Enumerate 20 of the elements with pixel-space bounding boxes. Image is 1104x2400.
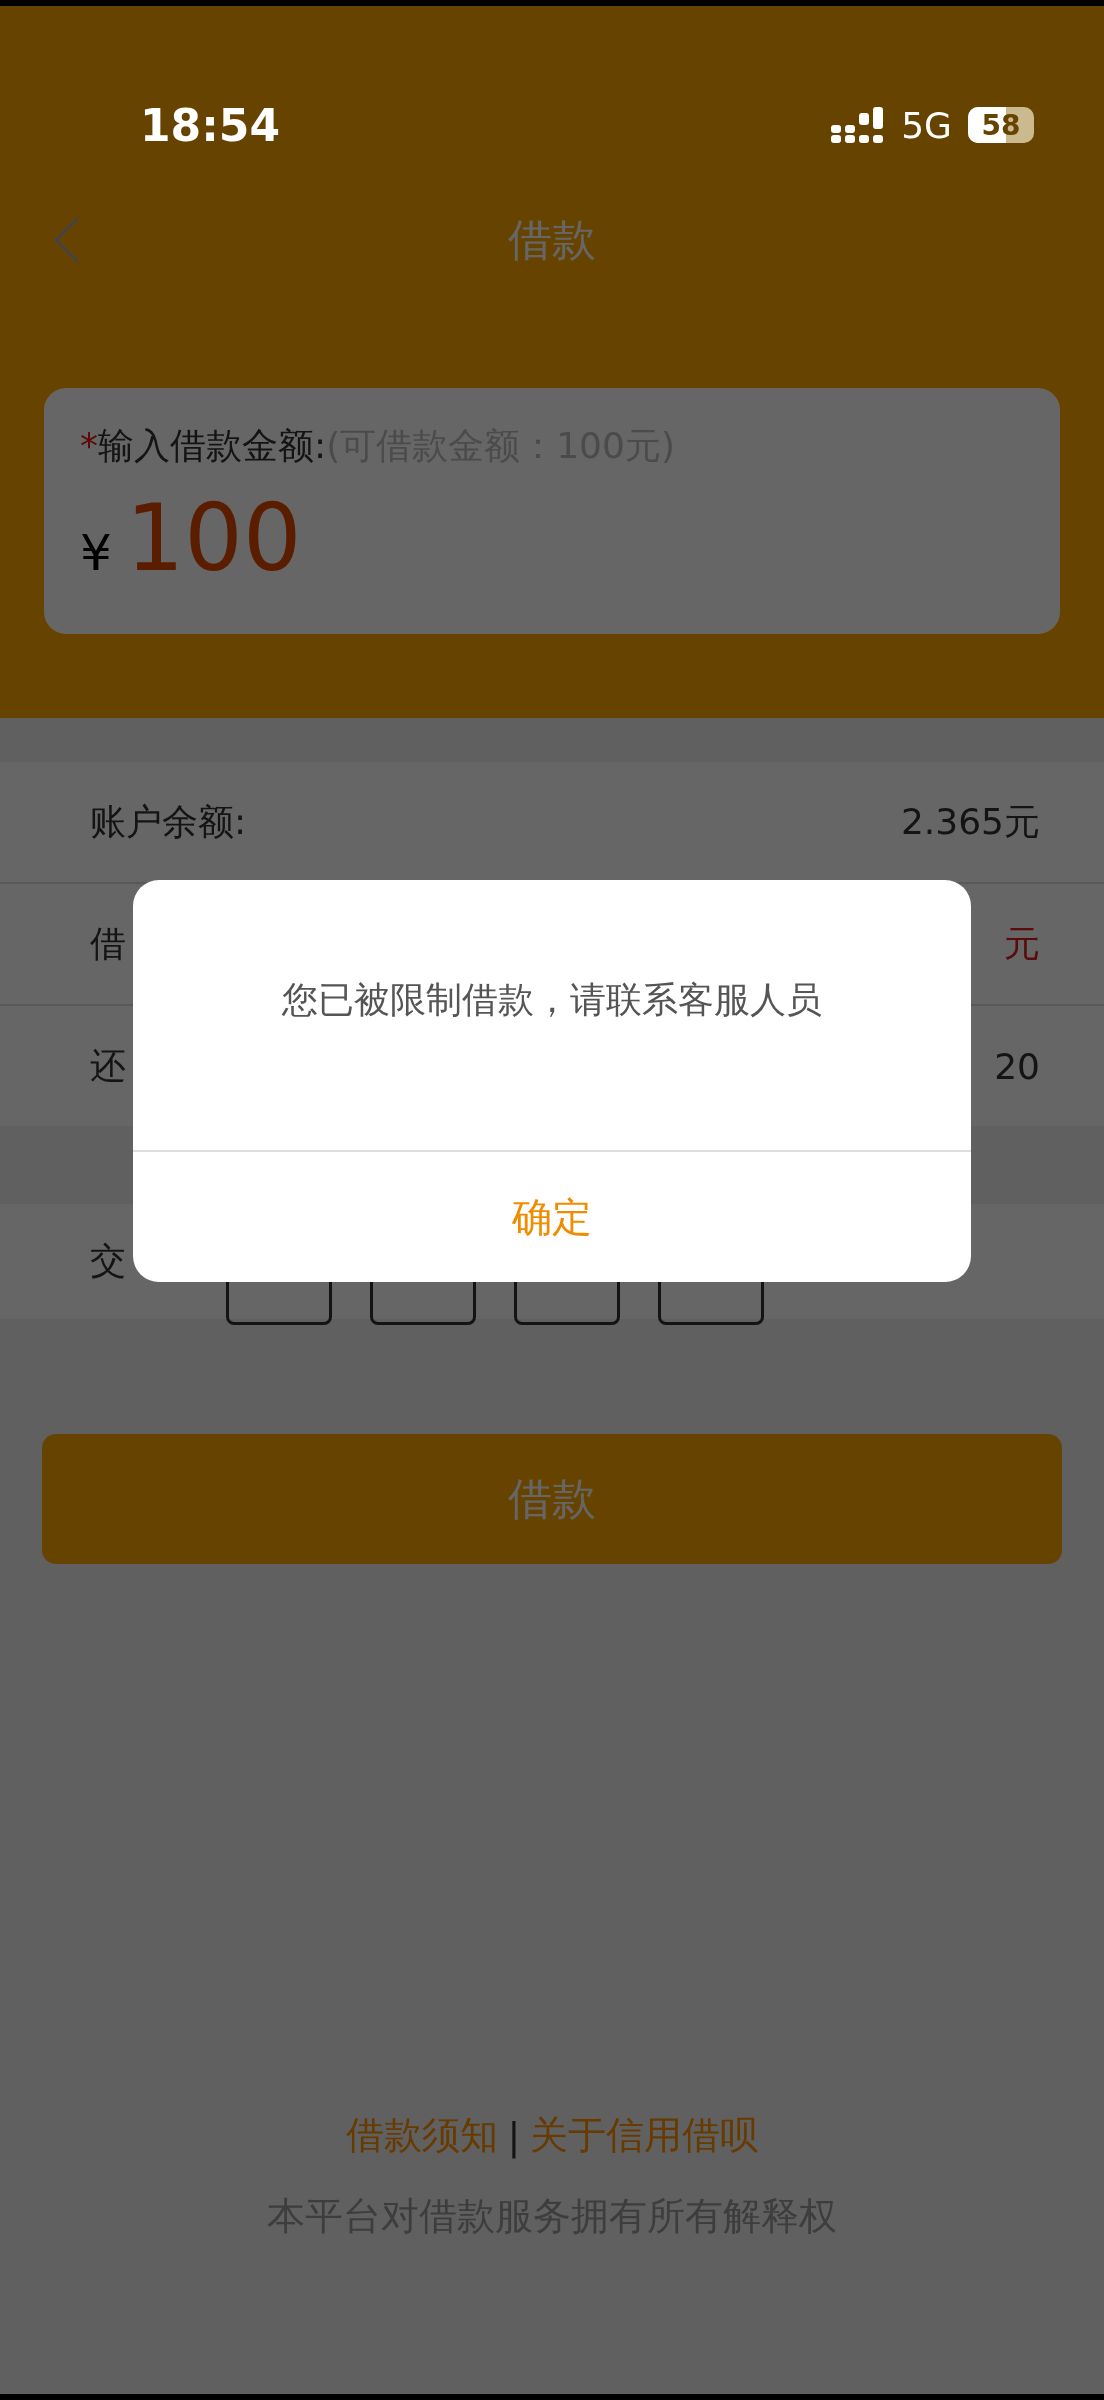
network-label: 5G xyxy=(901,104,952,146)
row-value: 20 xyxy=(994,1045,1040,1087)
battery-icon: 58 xyxy=(968,107,1034,143)
link-separator: | xyxy=(507,2113,521,2158)
row-value: 元 xyxy=(1004,921,1040,966)
notice-link[interactable]: 借款须知 xyxy=(345,2110,498,2161)
status-time: 18:54 xyxy=(140,99,281,151)
dialog-message: 您已被限制借款，请联系客服人员 xyxy=(282,977,822,1022)
about-link[interactable]: 关于信用借呗 xyxy=(530,2110,759,2161)
row-label: 交 xyxy=(90,1239,126,1283)
borrow-button[interactable]: 借款 xyxy=(42,1434,1062,1564)
page-title: 借款 xyxy=(508,212,596,267)
row-label: 借 xyxy=(90,921,126,966)
signal-icon xyxy=(831,107,886,143)
currency-sign: ¥ xyxy=(80,524,112,582)
row-label: 还 xyxy=(90,1043,126,1088)
row-label: 账户余额: xyxy=(90,799,247,844)
confirm-button[interactable]: 确定 xyxy=(133,1152,971,1282)
amount-input[interactable]: 100 xyxy=(125,493,302,585)
row-value: 2.365元 xyxy=(900,799,1040,844)
